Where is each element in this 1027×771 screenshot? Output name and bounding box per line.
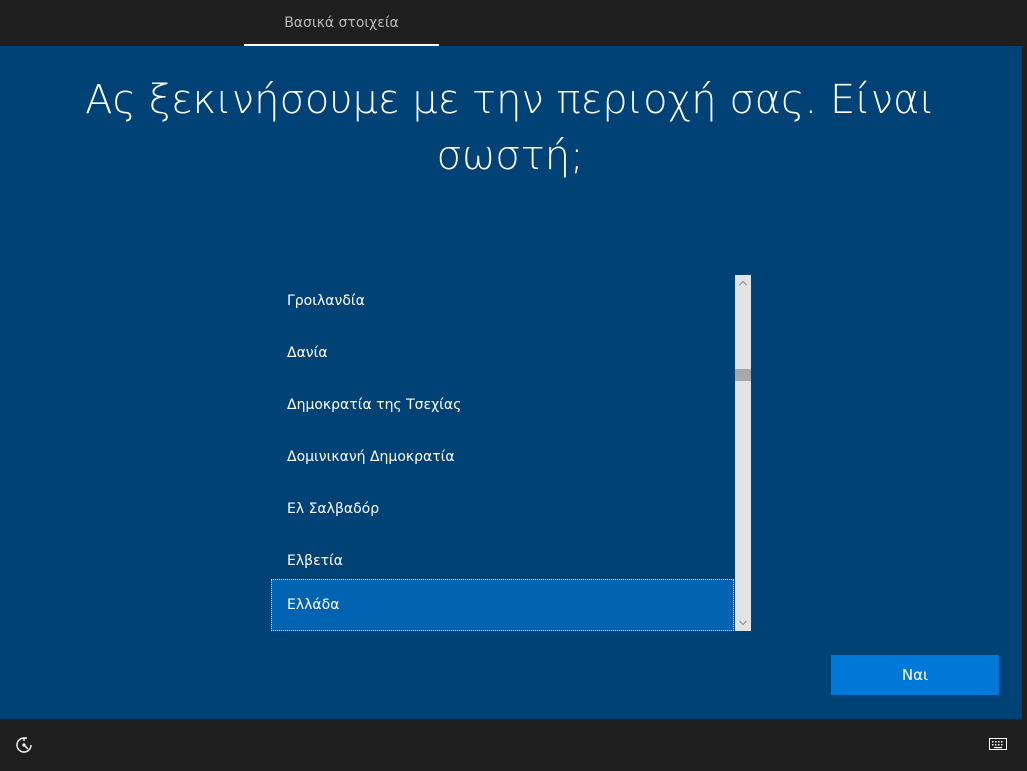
- scrollbar-thumb[interactable]: [735, 369, 751, 381]
- list-item-greenland[interactable]: Γροιλανδία: [271, 275, 734, 327]
- ease-of-access-icon[interactable]: [14, 735, 34, 755]
- yes-button[interactable]: Ναι: [831, 655, 999, 695]
- bottom-bar: [0, 719, 1027, 771]
- list-item-denmark[interactable]: Δανία: [271, 327, 734, 379]
- list-item-czech-republic[interactable]: Δημοκρατία της Τσεχίας: [271, 379, 734, 431]
- page-title: Ας ξεκινήσουμε με την περιοχή σας. Είναι…: [85, 77, 935, 179]
- list-item-dominican-republic[interactable]: Δομινικανή Δημοκρατία: [271, 431, 734, 483]
- list-scrollbar[interactable]: [735, 275, 751, 631]
- list-item-el-salvador[interactable]: Ελ Σαλβαδόρ: [271, 483, 734, 535]
- right-edge: [1022, 46, 1027, 719]
- keyboard-icon[interactable]: [989, 736, 1007, 750]
- oobe-screen: Βασικά στοιχεία Ας ξεκινήσουμε με την πε…: [0, 0, 1027, 771]
- scroll-up-icon[interactable]: [735, 275, 751, 291]
- list-item-greece[interactable]: Ελλάδα: [271, 579, 734, 631]
- region-list[interactable]: Γροιλανδία Δανία Δημοκρατία της Τσεχίας …: [271, 275, 751, 631]
- tab-basics: Βασικά στοιχεία: [244, 0, 439, 46]
- main-panel: Ας ξεκινήσουμε με την περιοχή σας. Είναι…: [0, 46, 1022, 719]
- top-bar: Βασικά στοιχεία: [0, 0, 1027, 46]
- scroll-down-icon[interactable]: [735, 615, 751, 631]
